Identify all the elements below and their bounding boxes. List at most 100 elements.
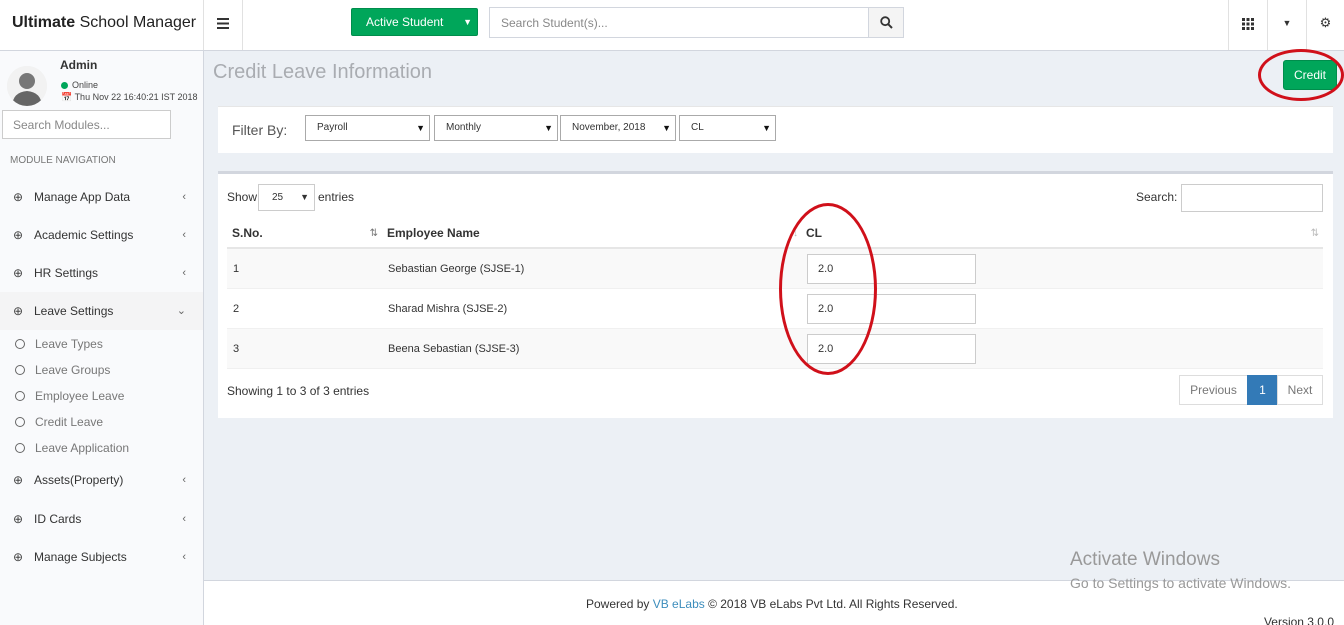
- circle-icon: [15, 365, 25, 375]
- activate-windows-watermark: Activate Windows: [1070, 549, 1220, 570]
- user-menu-dropdown[interactable]: ▼: [1267, 0, 1306, 50]
- sidebar-subitem-label: Leave Application: [35, 441, 130, 455]
- column-header-label: S.No.: [232, 226, 263, 240]
- sidebar-item-id-cards[interactable]: ⊕ ID Cards ‹: [0, 500, 203, 538]
- sidebar-item-assets[interactable]: ⊕ Assets(Property) ‹: [0, 461, 203, 499]
- sidebar: Admin Online 📅 Thu Nov 22 16:40:21 IST 2…: [0, 51, 204, 625]
- table-header: S.No. ⇅ Employee Name ↓ CL ⇅: [227, 220, 1323, 249]
- table-info: Showing 1 to 3 of 3 entries: [227, 384, 370, 398]
- app-brand[interactable]: Ultimate School Manager: [0, 0, 204, 50]
- sidebar-item-manage-app-data[interactable]: ⊕ Manage App Data ‹: [0, 178, 203, 216]
- table-row: 3 Beena Sebastian (SJSE-3) 2.0: [227, 329, 1323, 369]
- circle-icon: [15, 443, 25, 453]
- sidebar-subitem-employee-leave[interactable]: Employee Leave: [0, 383, 203, 409]
- sidebar-item-manage-subjects[interactable]: ⊕ Manage Subjects ‹: [0, 538, 203, 576]
- apps-grid-button[interactable]: [1228, 0, 1267, 50]
- table-search-label: Search:: [1136, 190, 1178, 204]
- row-sno: 1: [233, 263, 240, 275]
- search-icon: [879, 16, 893, 30]
- pagination-next[interactable]: Next: [1277, 375, 1323, 405]
- chevron-left-icon: ‹: [182, 551, 186, 563]
- circle-icon: [15, 339, 25, 349]
- sidebar-item-label: Academic Settings: [34, 228, 134, 242]
- table-row: 1 Sebastian George (SJSE-1) 2.0: [227, 249, 1323, 289]
- caret-down-icon: ▼: [762, 123, 771, 133]
- column-header-sno[interactable]: S.No. ⇅: [227, 220, 382, 247]
- cl-value-input[interactable]: 2.0: [807, 254, 976, 284]
- page-title: Credit Leave Information: [213, 61, 433, 83]
- chevron-left-icon: ‹: [182, 513, 186, 525]
- column-header-employee-name[interactable]: Employee Name ↓: [382, 220, 802, 247]
- sort-icon: ⇅: [1310, 228, 1319, 239]
- vb-elabs-link[interactable]: VB eLabs: [653, 597, 705, 611]
- dashboard-icon: ⊕: [13, 266, 24, 280]
- settings-button[interactable]: ⚙: [1306, 0, 1344, 50]
- brand-bold-text: Ultimate: [12, 14, 76, 31]
- sidebar-item-label: Manage App Data: [34, 190, 131, 204]
- chevron-left-icon: ‹: [182, 474, 186, 486]
- footer-rights: © 2018 VB eLabs Pvt Ltd. All Rights Rese…: [704, 597, 958, 611]
- sidebar-item-label: Assets(Property): [34, 473, 124, 487]
- dashboard-icon: ⊕: [13, 190, 24, 204]
- leave-table-panel: Show 25 ▼ entries Search: S.No. ⇅ Employee…: [218, 171, 1333, 418]
- grid-icon: [1242, 17, 1254, 30]
- cl-value-input[interactable]: 2.0: [807, 294, 976, 324]
- activate-windows-hint: Go to Settings to activate Windows.: [1070, 575, 1291, 591]
- chevron-left-icon: ‹: [182, 267, 186, 279]
- student-search-button[interactable]: [868, 7, 904, 38]
- entries-select[interactable]: 25 ▼: [258, 184, 315, 211]
- row-sno: 3: [233, 343, 240, 355]
- active-student-label: Active Student: [366, 15, 444, 29]
- row-employee-name: Sebastian George (SJSE-1): [388, 263, 525, 275]
- credit-button[interactable]: Credit: [1283, 60, 1337, 90]
- column-header-label: CL: [806, 226, 822, 240]
- sidebar-subitem-leave-types[interactable]: Leave Types: [0, 331, 203, 357]
- dashboard-icon: ⊕: [13, 512, 24, 526]
- sidebar-subitem-label: Leave Types: [35, 337, 103, 351]
- user-datetime-text: Thu Nov 22 16:40:21 IST 2018: [74, 92, 198, 102]
- sidebar-item-label: Leave Settings: [34, 304, 114, 318]
- sidebar-item-hr-settings[interactable]: ⊕ HR Settings ‹: [0, 254, 203, 292]
- sort-asc-icon: ⇅: [369, 228, 378, 239]
- sidebar-toggle-button[interactable]: [204, 0, 243, 50]
- cl-value-input[interactable]: 2.0: [807, 334, 976, 364]
- leave-type-select[interactable]: CL ▼: [679, 115, 776, 141]
- month-select[interactable]: November, 2018 ▼: [560, 115, 676, 141]
- footer-powered-by: Powered by: [586, 597, 653, 611]
- caret-down-icon: ▼: [1282, 18, 1292, 28]
- dashboard-icon: ⊕: [13, 228, 24, 242]
- caret-down-icon: ▼: [544, 123, 553, 133]
- sidebar-subitem-leave-application[interactable]: Leave Application: [0, 435, 203, 461]
- footer-copyright: Powered by VB eLabs © 2018 VB eLabs Pvt …: [586, 597, 958, 611]
- dashboard-icon: ⊕: [13, 550, 24, 564]
- sort-icon: ↓: [793, 228, 798, 239]
- circle-icon: [15, 417, 25, 427]
- sidebar-item-leave-settings[interactable]: ⊕ Leave Settings ⌄: [0, 292, 203, 330]
- caret-down-icon: ▼: [662, 123, 671, 133]
- sidebar-item-academic-settings[interactable]: ⊕ Academic Settings ‹: [0, 216, 203, 254]
- circle-icon: [15, 391, 25, 401]
- payroll-select[interactable]: Payroll ▼: [305, 115, 430, 141]
- column-header-cl[interactable]: CL ⇅: [801, 220, 1323, 247]
- table-search-input[interactable]: [1181, 184, 1323, 212]
- pagination-page-1[interactable]: 1: [1247, 375, 1278, 405]
- pagination-previous[interactable]: Previous: [1179, 375, 1248, 405]
- filter-label: Filter By:: [232, 122, 288, 138]
- module-search-input[interactable]: [2, 110, 171, 139]
- hamburger-icon: [217, 17, 229, 29]
- brand-rest-text: School Manager: [75, 14, 197, 31]
- online-indicator-icon: [61, 82, 68, 90]
- dashboard-icon: ⊕: [13, 473, 24, 487]
- row-employee-name: Sharad Mishra (SJSE-2): [388, 303, 508, 315]
- active-student-dropdown[interactable]: Active Student ▼: [351, 8, 478, 36]
- sidebar-subitem-credit-leave[interactable]: Credit Leave: [0, 409, 203, 435]
- sidebar-subitem-leave-groups[interactable]: Leave Groups: [0, 357, 203, 383]
- sidebar-subitem-label: Credit Leave: [35, 415, 104, 429]
- period-select[interactable]: Monthly ▼: [434, 115, 558, 141]
- filter-panel: Filter By: Payroll ▼ Monthly ▼ November, 2…: [218, 106, 1333, 153]
- sidebar-item-label: Manage Subjects: [34, 550, 127, 564]
- gears-icon: ⚙: [1319, 15, 1332, 30]
- student-search-input[interactable]: [489, 7, 869, 38]
- sidebar-subitem-label: Employee Leave: [35, 389, 125, 403]
- caret-down-icon: ▼: [463, 17, 472, 27]
